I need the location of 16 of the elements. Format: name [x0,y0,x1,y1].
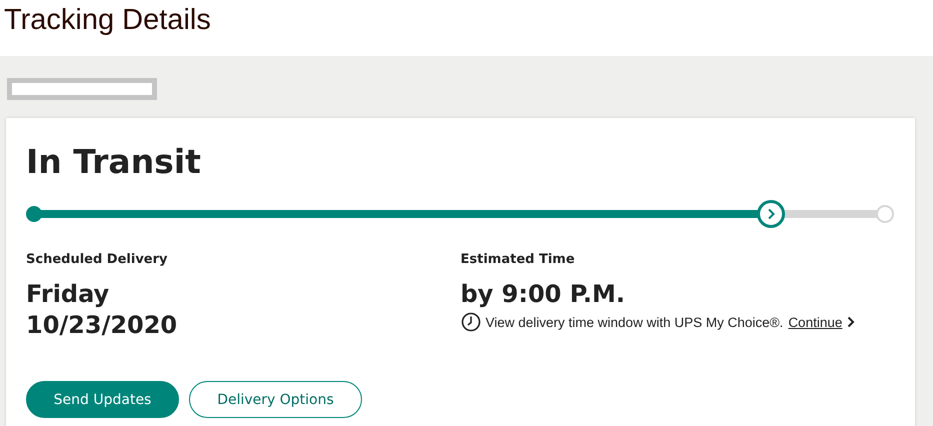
start-dot-icon [26,206,42,222]
scheduled-label: Scheduled Delivery [26,251,169,269]
delivery-date: 10/23/2020 [26,310,178,341]
page-title: Tracking Details [3,3,212,38]
estimated-time: by 9:00 P.M. [460,279,626,310]
input-field[interactable] [7,78,157,100]
estimated-label: Estimated Time [460,251,576,269]
chevron-circle-icon [756,199,786,229]
status-heading: In Transit [26,141,202,183]
clock-icon [460,312,480,332]
options-button[interactable]: Delivery Options [189,381,362,418]
send-button[interactable]: Send Updates [26,381,179,418]
chevron-right-icon[interactable] [847,316,856,328]
info-text: View delivery time window with UPS My Choice®. [486,314,784,330]
delivery-day: Friday [26,279,460,310]
continue-link[interactable]: Continue [788,314,842,330]
